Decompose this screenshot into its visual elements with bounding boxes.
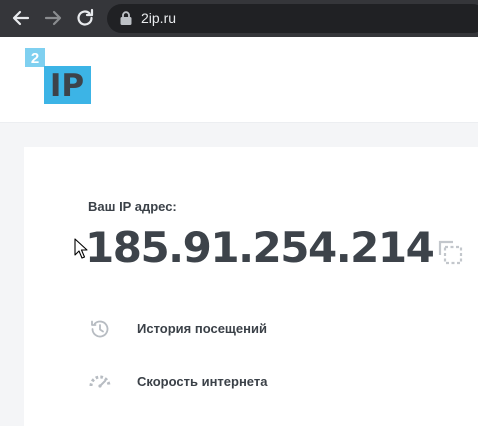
arrow-left-icon	[12, 10, 30, 26]
url-text: 2ip.ru	[141, 10, 177, 26]
lock-icon	[120, 11, 132, 25]
ip-label: Ваш IP адрес:	[88, 199, 177, 214]
logo-number: 2	[31, 50, 39, 67]
history-icon	[91, 320, 109, 338]
ip-address[interactable]: 185.91.254.214	[85, 223, 435, 272]
forward-button[interactable]	[41, 6, 65, 30]
reload-icon	[77, 8, 94, 26]
site-header: 2 IP	[0, 37, 478, 123]
address-bar[interactable]: 2ip.ru	[107, 4, 478, 33]
menu-label-history: История посещений	[137, 321, 267, 336]
copy-button[interactable]	[436, 238, 464, 266]
mouse-cursor-icon	[74, 238, 88, 259]
reload-button[interactable]	[73, 6, 97, 30]
site-logo[interactable]: 2 IP	[25, 48, 93, 108]
logo-letters: IP	[50, 68, 84, 104]
browser-toolbar: 2ip.ru	[0, 0, 478, 37]
back-button[interactable]	[9, 6, 33, 30]
ip-card: Ваш IP адрес: 185.91.254.214 История пос…	[24, 147, 478, 426]
menu-label-speed: Скорость интернета	[137, 374, 268, 389]
arrow-right-icon	[44, 10, 62, 26]
copy-icon	[438, 240, 463, 265]
speedometer-icon	[89, 375, 111, 388]
